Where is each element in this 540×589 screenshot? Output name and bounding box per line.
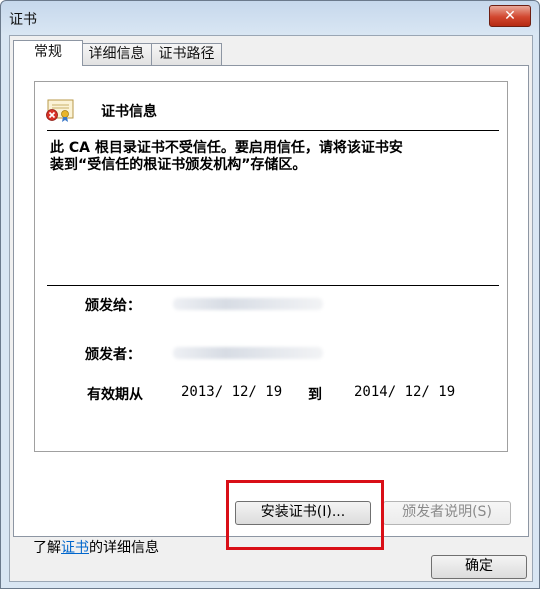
issuer-statement-button[interactable]: 颁发者说明(S) [383,501,511,525]
valid-from-label: 有效期从 [87,387,143,403]
tab-general[interactable]: 常规 [13,40,83,66]
certificate-dialog: 证书 ✕ 常规 详细信息 证书路径 证书信息 此 CA 根目录证书不受信任。要启… [0,0,540,589]
heading-divider [47,130,499,131]
valid-to-date: 2014/ 12/ 19 [354,384,456,400]
warning-line-2: 装到“受信任的根证书颁发机构”存储区。 [50,157,307,173]
certificate-help-link[interactable]: 证书 [61,540,89,556]
tab-details[interactable]: 详细信息 [81,43,152,65]
certificate-warning-icon [46,99,74,122]
learn-more-prefix: 了解 [33,540,61,556]
warning-line-1: 此 CA 根目录证书不受信任。要启用信任，请将该证书安 [50,140,403,156]
highlight-annotation-box [226,480,384,550]
issued-by-label: 颁发者： [85,347,141,363]
certificate-info-box: 证书信息 此 CA 根目录证书不受信任。要启用信任，请将该证书安 装到“受信任的… [34,81,508,452]
learn-more-suffix: 的详细信息 [89,540,159,556]
issued-to-label: 颁发给： [85,298,141,314]
valid-from-date: 2013/ 12/ 19 [181,384,283,400]
untrusted-warning-text: 此 CA 根目录证书不受信任。要启用信任，请将该证书安 装到“受信任的根证书颁发… [50,140,470,174]
valid-to-label: 到 [308,387,322,403]
general-tab-panel: 证书信息 此 CA 根目录证书不受信任。要启用信任，请将该证书安 装到“受信任的… [13,65,529,556]
title-bar: 证书 ✕ [1,1,539,35]
ok-button[interactable]: 确定 [431,555,527,579]
tab-certification-path[interactable]: 证书路径 [151,43,222,65]
certificate-info-heading: 证书信息 [101,104,157,120]
window-title: 证书 [9,12,37,28]
details-divider [47,285,499,286]
issued-to-value-redacted [173,298,323,310]
dialog-client-area: 常规 详细信息 证书路径 证书信息 此 CA 根目录证书不受信任。要启用信任，请… [9,35,533,582]
close-icon: ✕ [504,8,516,24]
issued-by-value-redacted [173,347,323,359]
learn-more-text: 了解证书的详细信息 [33,537,159,557]
close-button[interactable]: ✕ [489,5,531,27]
